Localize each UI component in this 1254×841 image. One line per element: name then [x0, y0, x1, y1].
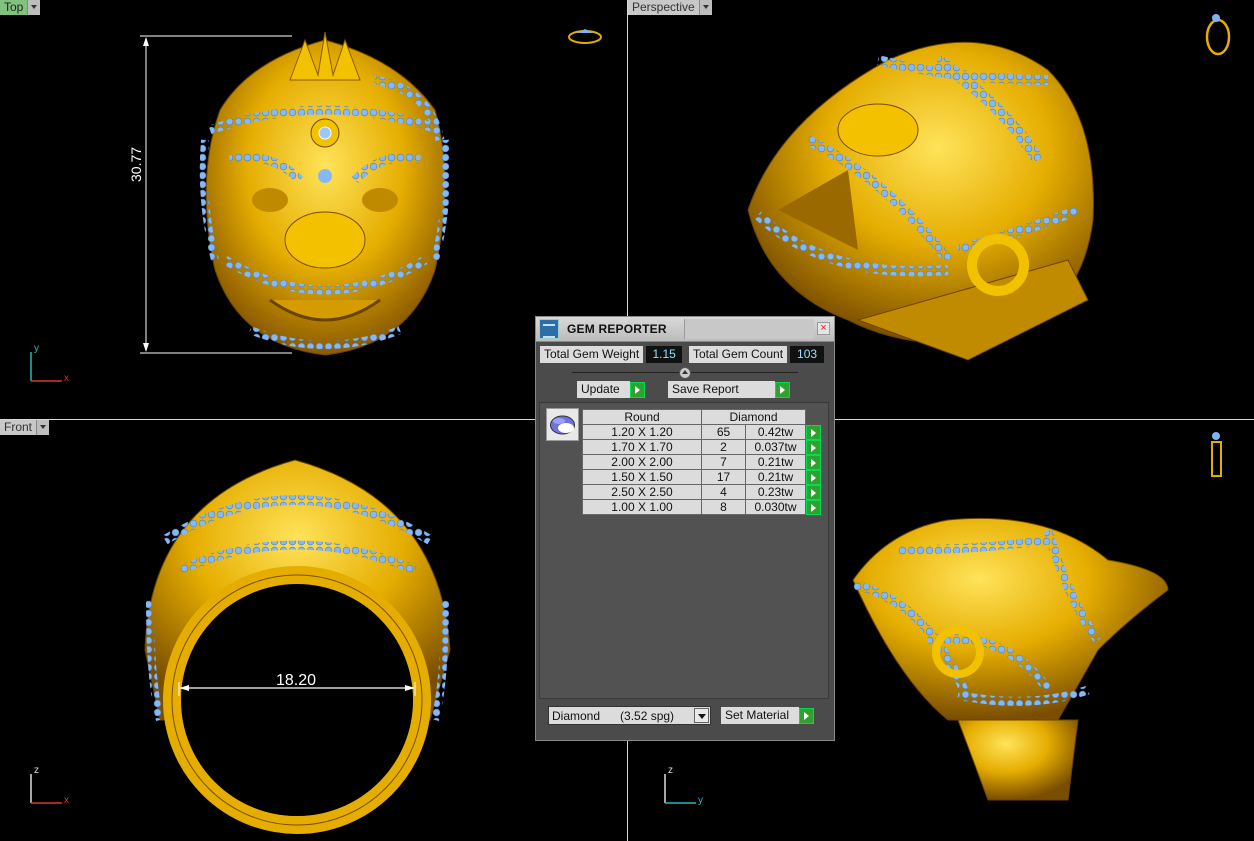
gem-size: 1.20 X 1.20: [582, 424, 702, 440]
save-report-button[interactable]: Save Report: [668, 381, 790, 398]
row-go-cell: [806, 469, 823, 485]
gem-list-panel: Round Diamond 1.20 X 1.20 65 0.42tw 1.70…: [539, 402, 829, 699]
axis-x-label: x: [64, 795, 69, 806]
go-arrow-icon[interactable]: [806, 484, 821, 500]
total-gem-weight-label: Total Gem Weight: [540, 346, 644, 363]
table-row[interactable]: 1.00 X 1.00 8 0.030tw: [582, 499, 823, 515]
viewport-front-label[interactable]: Front: [0, 420, 50, 435]
viewport-menu-arrow-icon[interactable]: [698, 0, 712, 15]
gem-reporter-logo-icon: [539, 319, 559, 339]
row-go-cell: [806, 424, 823, 440]
viewport-top-label[interactable]: Top: [0, 0, 41, 15]
top-dimension-label: 30.77: [128, 146, 144, 182]
gem-thumbnail[interactable]: [546, 408, 579, 441]
axis-z-label: z: [34, 765, 39, 776]
go-arrow-icon[interactable]: [806, 499, 821, 515]
viewport-top[interactable]: Top 30.77 y x: [0, 0, 627, 419]
gem-count: 17: [700, 469, 747, 485]
gem-weight: 0.21tw: [745, 469, 806, 485]
gem-count: 8: [700, 499, 747, 515]
viewport-front[interactable]: Front 18.20 z x: [0, 420, 627, 841]
table-row[interactable]: 2.00 X 2.00 7 0.21tw: [582, 454, 823, 470]
gem-size: 2.50 X 2.50: [582, 484, 702, 500]
gem-reporter-titlebar[interactable]: GEM REPORTER ×: [536, 317, 834, 342]
viewport-front-name: Front: [0, 420, 37, 435]
set-material-label: Set Material: [721, 707, 799, 724]
gem-weight: 0.21tw: [745, 454, 806, 470]
stone-header: Diamond: [701, 409, 806, 425]
table-row[interactable]: 1.20 X 1.20 65 0.42tw: [582, 424, 823, 440]
set-material-button[interactable]: Set Material: [721, 707, 814, 724]
go-arrow-icon[interactable]: [806, 439, 821, 455]
table-row[interactable]: 2.50 X 2.50 4 0.23tw: [582, 484, 823, 500]
total-gem-count-label: Total Gem Count: [689, 346, 788, 363]
go-arrow-icon[interactable]: [630, 381, 645, 398]
total-gem-count-value: 103: [790, 346, 825, 363]
go-arrow-icon[interactable]: [775, 381, 790, 398]
row-go-cell: [806, 499, 823, 515]
cut-header: Round: [582, 409, 702, 425]
viewport-top-name: Top: [0, 0, 28, 15]
material-select-value: Diamond (3.52 spg): [552, 708, 675, 723]
material-select[interactable]: Diamond (3.52 spg): [548, 706, 711, 725]
total-gem-weight-value: 1.15: [646, 346, 683, 363]
gem-weight: 0.030tw: [745, 499, 806, 515]
collapse-toggle-icon[interactable]: [679, 367, 691, 379]
row-go-cell: [806, 454, 823, 470]
table-row[interactable]: 1.70 X 1.70 2 0.037tw: [582, 439, 823, 455]
total-gem-count-row: Total Gem Count 103: [689, 346, 825, 363]
round-diamond-icon: [550, 415, 575, 435]
gem-reporter-dialog: GEM REPORTER × Total Gem Weight 1.15 Tot…: [535, 316, 835, 741]
viewport-menu-arrow-icon[interactable]: [36, 420, 50, 435]
update-label: Update: [577, 381, 630, 398]
go-arrow-icon[interactable]: [799, 707, 814, 724]
titlebar-tab: [684, 319, 814, 339]
gem-weight: 0.037tw: [745, 439, 806, 455]
axis-x-label: x: [64, 373, 69, 384]
viewport-menu-arrow-icon[interactable]: [27, 0, 41, 15]
ring-top-view: [30, 29, 602, 382]
go-arrow-icon[interactable]: [806, 469, 821, 485]
gem-count: 2: [700, 439, 747, 455]
front-dimension-label: 18.20: [276, 672, 317, 689]
total-gem-weight-row: Total Gem Weight 1.15: [540, 346, 683, 363]
gem-size: 2.00 X 2.00: [582, 454, 702, 470]
go-arrow-icon[interactable]: [806, 424, 821, 440]
gem-size: 1.70 X 1.70: [582, 439, 702, 455]
axis-y-label: y: [698, 795, 703, 806]
gem-reporter-title: GEM REPORTER: [567, 322, 667, 336]
gem-count: 4: [700, 484, 747, 500]
save-report-label: Save Report: [668, 381, 775, 398]
axis-y-label: y: [34, 343, 39, 354]
header-spacer: [806, 410, 823, 425]
close-button[interactable]: ×: [817, 322, 830, 335]
gem-weight: 0.42tw: [745, 424, 806, 440]
axis-z-label: z: [668, 765, 673, 776]
viewport-perspective-label[interactable]: Perspective: [628, 0, 712, 15]
row-go-cell: [806, 484, 823, 500]
gem-table: Round Diamond 1.20 X 1.20 65 0.42tw 1.70…: [582, 409, 823, 515]
gem-count: 7: [700, 454, 747, 470]
gem-size: 1.00 X 1.00: [582, 499, 702, 515]
row-go-cell: [806, 439, 823, 455]
gem-count: 65: [700, 424, 747, 440]
gem-weight: 0.23tw: [745, 484, 806, 500]
go-arrow-icon[interactable]: [806, 454, 821, 470]
ring-front-view: [30, 459, 451, 834]
update-button[interactable]: Update: [577, 381, 645, 398]
gem-size: 1.50 X 1.50: [582, 469, 702, 485]
table-row[interactable]: 1.50 X 1.50 17 0.21tw: [582, 469, 823, 485]
viewport-perspective-name: Perspective: [628, 0, 699, 15]
chevron-down-icon[interactable]: [694, 708, 709, 723]
